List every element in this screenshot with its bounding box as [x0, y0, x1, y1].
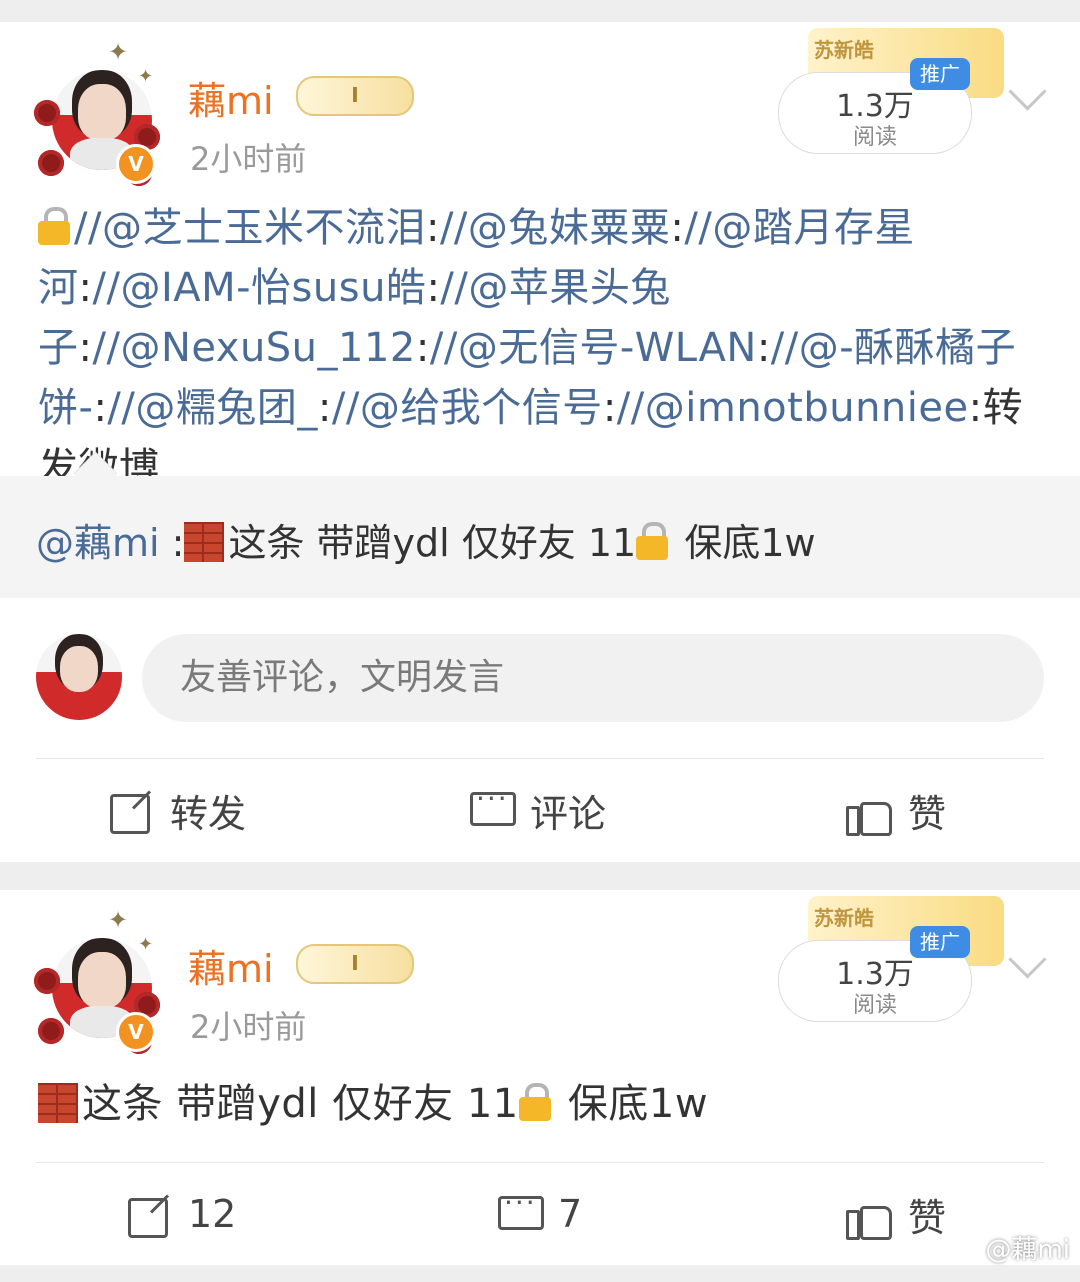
sparkle-icon: ✦	[138, 66, 154, 87]
like-button[interactable]: 赞	[846, 780, 946, 840]
promotion-tag: 推广	[910, 58, 970, 90]
mention-link[interactable]: //@无信号-WLAN	[430, 325, 757, 371]
chevron-down-icon[interactable]	[1008, 72, 1047, 111]
verified-badge-icon: V	[116, 1012, 156, 1052]
weibo-post-card: ✦ ✦ V 藕mi Ⅰ 2小时前 苏新皓 1.3万 阅读 推广 //@芝士玉米不…	[0, 22, 1080, 862]
avatar-frame[interactable]: ✦ ✦ V	[30, 40, 165, 190]
divider	[36, 758, 1044, 759]
mention-link[interactable]: @藕mi	[36, 521, 160, 565]
comment-button[interactable]: 7	[496, 1184, 582, 1244]
mention-link[interactable]: //@糯兔团_	[107, 385, 317, 431]
like-label: 赞	[908, 1195, 947, 1240]
original-post-text: @藕mi : 这条 带蹭ydl 仅好友 11 保底1w	[36, 521, 816, 565]
post-text: 这条 带蹭ydl 仅好友 11 保底1w	[38, 1074, 1048, 1134]
mention-link[interactable]: //@兔妹粟粟	[440, 205, 670, 251]
my-avatar	[36, 634, 122, 720]
sparkle-icon: ✦	[108, 38, 129, 66]
repost-button[interactable]: 转发	[108, 780, 246, 840]
post-text: //@芝士玉米不流泪://@兔妹粟粟://@踏月存星河://@IAM-怡susu…	[38, 205, 1024, 491]
sparkle-icon: ✦	[138, 934, 154, 955]
mention-link[interactable]: //@IAM-怡susu皓	[92, 265, 426, 311]
verified-badge-icon: V	[116, 144, 156, 184]
mention-link[interactable]: //@imnotbunniee	[617, 385, 969, 431]
thumbs-up-icon	[846, 1192, 892, 1240]
like-label: 赞	[908, 791, 947, 836]
comment-button[interactable]: 评论	[468, 780, 606, 840]
rose-icon	[34, 100, 60, 126]
repost-count: 12	[188, 1192, 237, 1236]
share-icon	[126, 1192, 170, 1238]
promotion-tag: 推广	[910, 926, 970, 958]
post-timestamp: 2小时前	[190, 140, 307, 178]
rose-icon	[38, 150, 64, 176]
original-post-box[interactable]: @藕mi : 这条 带蹭ydl 仅好友 11 保底1w	[0, 451, 1080, 598]
comment-icon	[496, 1186, 544, 1236]
lock-icon	[636, 522, 669, 560]
weibo-post-card: ✦ ✦ V 藕mi Ⅰ 2小时前 苏新皓 1.3万 阅读 推广 这条 带蹭ydl…	[0, 890, 1080, 1265]
share-icon	[108, 788, 152, 834]
repost-button[interactable]: 12	[126, 1184, 236, 1244]
level-badge[interactable]: Ⅰ	[296, 944, 414, 984]
read-label: 阅读	[852, 125, 897, 150]
mention-link[interactable]: //@芝士玉米不流泪	[74, 205, 426, 251]
chevron-down-icon[interactable]	[1008, 940, 1047, 979]
like-button[interactable]: 赞	[846, 1184, 946, 1244]
comment-icon	[468, 782, 516, 832]
lock-icon	[38, 207, 70, 245]
comment-count: 7	[558, 1192, 583, 1236]
post-timestamp: 2小时前	[190, 1008, 307, 1046]
brick-icon	[184, 522, 225, 562]
divider	[36, 1162, 1044, 1163]
sparkle-icon: ✦	[108, 906, 129, 934]
lock-icon	[518, 1083, 551, 1121]
rose-icon	[34, 968, 60, 994]
brick-icon	[38, 1083, 78, 1123]
mention-link[interactable]: //@给我个信号	[332, 385, 603, 431]
weibo-watermark: @藕mi	[985, 1235, 1070, 1265]
thumbs-up-icon	[846, 788, 892, 836]
avatar-frame[interactable]: ✦ ✦ V	[30, 908, 165, 1058]
username[interactable]: 藕mi	[188, 70, 274, 125]
comment-label: 评论	[530, 791, 607, 836]
username[interactable]: 藕mi	[188, 938, 274, 993]
level-badge[interactable]: Ⅰ	[296, 76, 414, 116]
ad-name: 苏新皓	[814, 906, 874, 930]
read-label: 阅读	[852, 993, 897, 1018]
ad-name: 苏新皓	[814, 38, 874, 62]
comment-input[interactable]: 友善评论，文明发言	[142, 634, 1044, 722]
mention-link[interactable]: //@NexuSu_112	[92, 325, 415, 371]
repost-label: 转发	[170, 791, 247, 836]
rose-icon	[38, 1018, 64, 1044]
